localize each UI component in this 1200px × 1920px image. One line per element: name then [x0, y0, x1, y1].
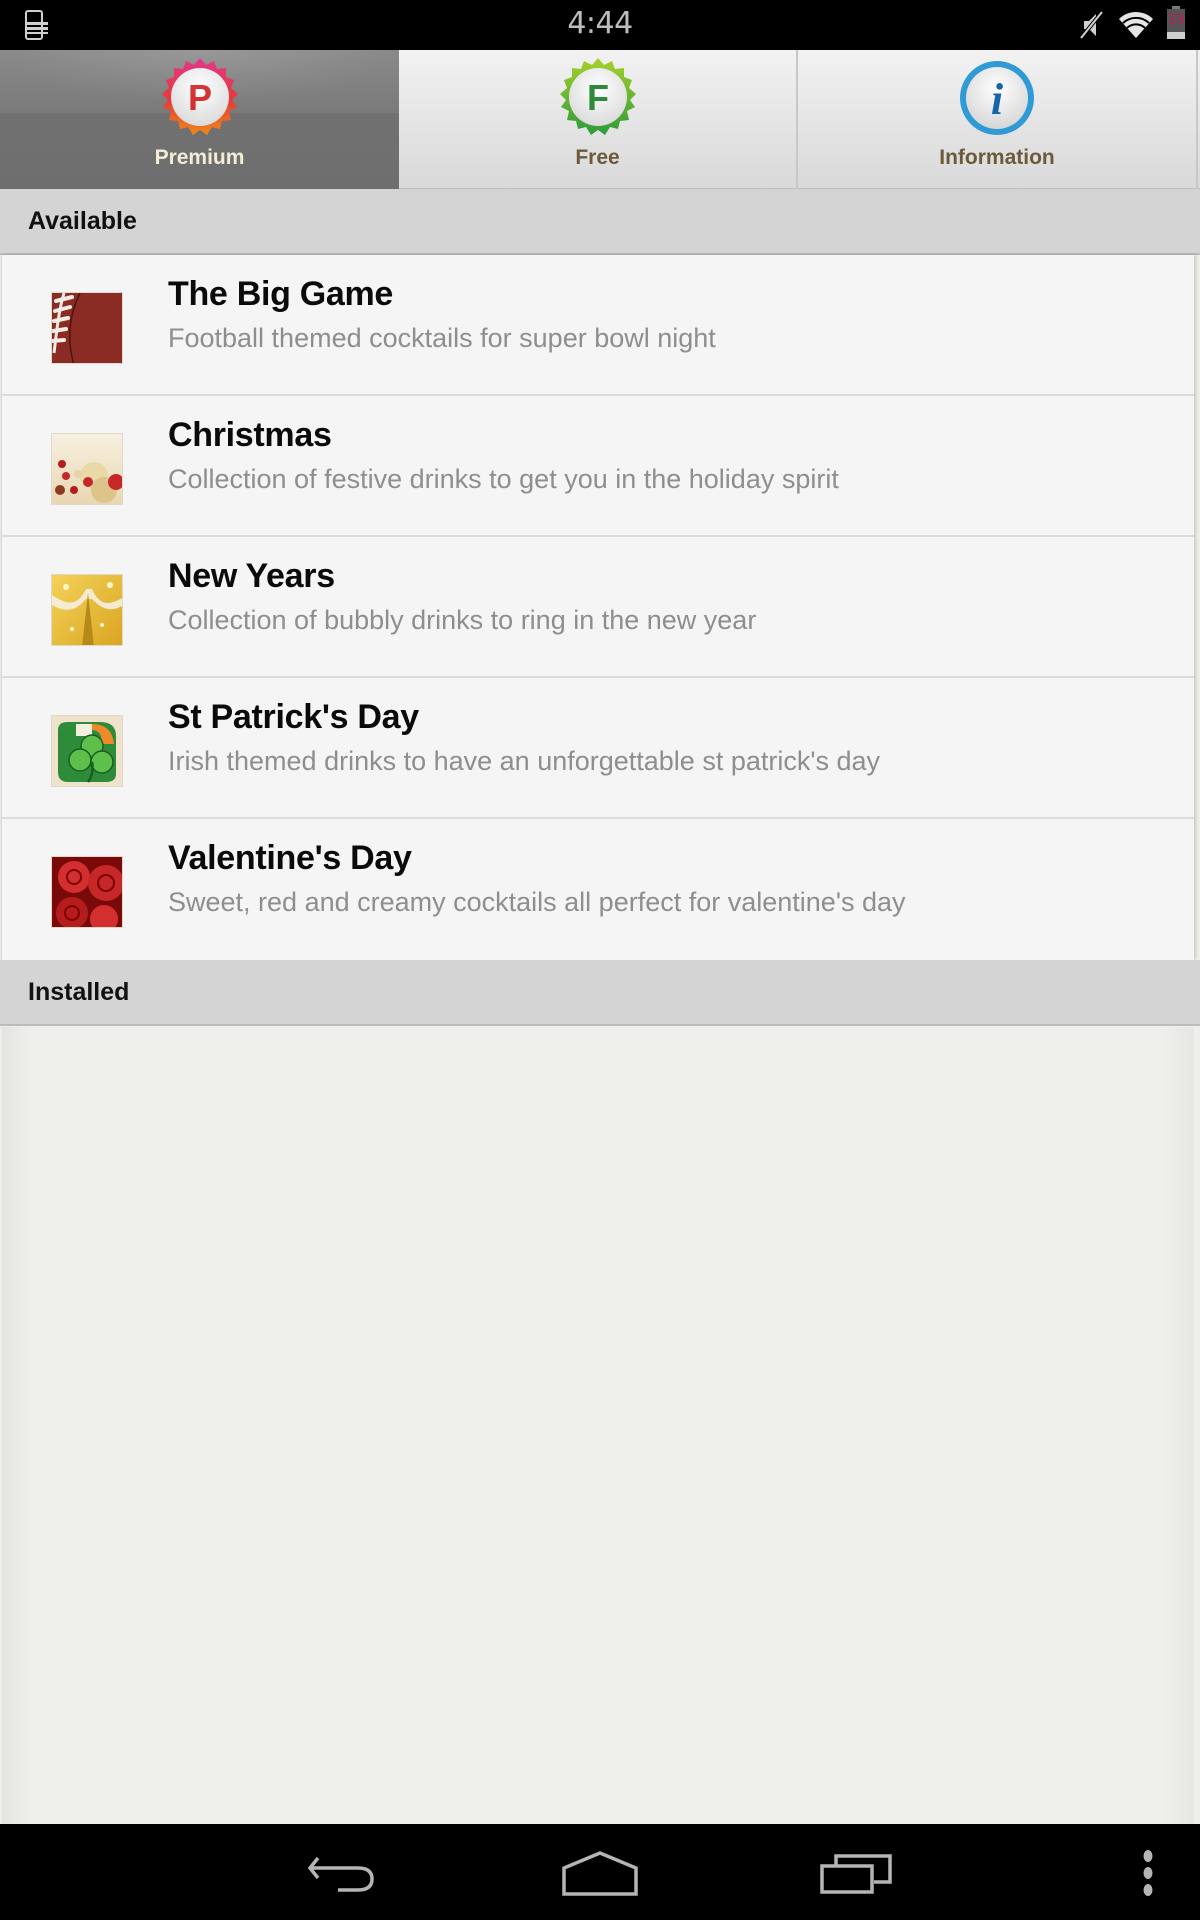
tab-information-label: Information — [939, 146, 1055, 169]
item-title: New Years — [168, 557, 335, 595]
available-list: The Big Game Football themed cocktails f… — [2, 255, 1194, 960]
free-badge-icon: F — [559, 58, 636, 135]
svg-text:i: i — [991, 75, 1004, 124]
section-header-installed: Installed — [0, 960, 1200, 1026]
section-header-available: Available — [0, 189, 1200, 255]
app-content: P Premium F Free i Information Available… — [0, 50, 1200, 1824]
item-title: Valentine's Day — [168, 839, 412, 877]
wifi-icon — [1119, 11, 1153, 38]
tab-premium[interactable]: P Premium — [0, 50, 399, 189]
christmas-ornaments-thumbnail — [51, 433, 123, 505]
mute-icon — [1079, 10, 1104, 40]
item-description: Collection of festive drinks to get you … — [168, 464, 839, 494]
recent-apps-button-icon[interactable] — [818, 1852, 898, 1894]
back-button-icon[interactable] — [306, 1854, 382, 1894]
tab-information[interactable]: i Information — [798, 50, 1198, 189]
list-item-valentines-day[interactable]: Valentine's Day Sweet, red and creamy co… — [2, 819, 1194, 960]
navigation-bar — [0, 1824, 1200, 1920]
item-description: Football themed cocktails for super bowl… — [168, 323, 716, 353]
list-item-st-patricks-day[interactable]: St Patrick's Day Irish themed drinks to … — [2, 678, 1194, 819]
list-item-new-years[interactable]: New Years Collection of bubbly drinks to… — [2, 537, 1194, 678]
item-title: St Patrick's Day — [168, 698, 419, 736]
section-title-installed: Installed — [28, 977, 130, 1006]
tab-free-label: Free — [575, 146, 620, 169]
status-clock: 4:44 — [567, 6, 633, 41]
football-thumbnail — [51, 292, 123, 364]
list-item-christmas[interactable]: Christmas Collection of festive drinks t… — [2, 396, 1194, 537]
tab-free[interactable]: F Free — [399, 50, 798, 189]
installed-list-empty — [2, 1027, 1194, 1824]
overflow-menu-icon[interactable] — [1130, 1848, 1166, 1898]
shamrock-thumbnail — [51, 715, 123, 787]
svg-text:P: P — [187, 77, 211, 118]
roses-thumbnail — [51, 856, 123, 928]
champagne-thumbnail — [51, 574, 123, 646]
home-button-icon[interactable] — [560, 1850, 640, 1896]
item-description: Sweet, red and creamy cocktails all perf… — [168, 887, 906, 917]
status-bar: 4:44 19 — [0, 0, 1200, 50]
tab-premium-label: Premium — [154, 146, 245, 169]
battery-level: 19 — [1167, 12, 1185, 28]
svg-text:F: F — [587, 77, 609, 118]
item-description: Irish themed drinks to have an unforgett… — [168, 746, 881, 776]
info-icon: i — [960, 61, 1034, 135]
item-description: Collection of bubbly drinks to ring in t… — [168, 605, 757, 635]
tab-bar: P Premium F Free i Information — [0, 50, 1200, 189]
item-title: The Big Game — [168, 275, 394, 313]
item-title: Christmas — [168, 416, 332, 454]
premium-badge-icon: P — [161, 58, 238, 135]
list-item-the-big-game[interactable]: The Big Game Football themed cocktails f… — [2, 255, 1194, 396]
section-title-available: Available — [28, 206, 137, 235]
